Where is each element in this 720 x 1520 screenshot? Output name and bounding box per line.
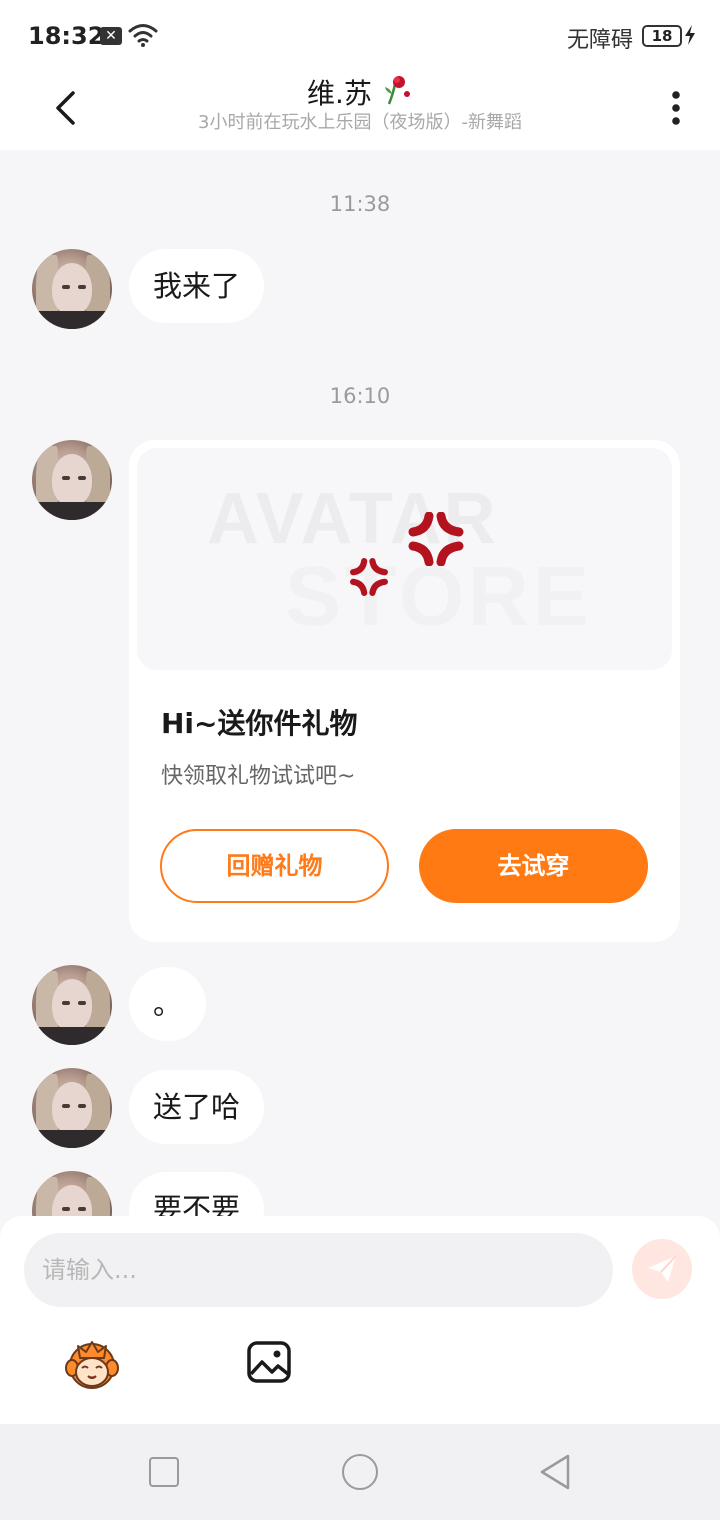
emoji-button[interactable]	[60, 1336, 124, 1392]
return-gift-button[interactable]: 回赠礼物	[160, 829, 389, 903]
timestamp: 11:38	[329, 192, 391, 216]
emoji-mascot-icon	[65, 1341, 119, 1389]
chat-header: 维.苏 3小时前在玩水上乐园（夜场版）-新舞蹈	[0, 72, 720, 150]
avatar[interactable]	[32, 249, 112, 329]
gift-card[interactable]: AVATAR STORE Hi~送你件礼物 快领取礼物试试吧~ 回赠礼物 去试穿	[129, 440, 680, 942]
avatar[interactable]	[32, 1068, 112, 1148]
status-bar: 18:32 ✕ 无障碍 18	[0, 0, 720, 72]
more-button[interactable]	[656, 80, 696, 136]
home-icon[interactable]	[342, 1454, 378, 1490]
avatar[interactable]	[32, 965, 112, 1045]
image-icon	[247, 1341, 291, 1383]
anger-symbol-icon	[349, 558, 389, 600]
system-nav-bar	[0, 1424, 720, 1520]
title-row: 维.苏	[0, 72, 720, 112]
rose-icon	[383, 74, 413, 110]
gift-title: Hi~送你件礼物	[161, 707, 358, 740]
gift-banner-image: AVATAR STORE	[137, 448, 672, 670]
status-time: 18:32	[28, 22, 105, 50]
timestamp: 16:10	[329, 384, 391, 408]
message-bubble[interactable]: 送了哈	[129, 1070, 265, 1144]
send-button[interactable]	[632, 1239, 692, 1299]
battery-icon: 18	[642, 25, 682, 47]
avatar[interactable]	[32, 440, 112, 520]
recent-apps-icon[interactable]	[149, 1457, 179, 1487]
back-icon[interactable]	[538, 1452, 572, 1496]
wifi-icon	[128, 22, 158, 52]
message-bubble[interactable]: 。	[129, 967, 207, 1041]
avatar[interactable]	[32, 1171, 112, 1216]
message-bubble[interactable]: 我来了	[129, 249, 265, 323]
message-input[interactable]	[24, 1233, 613, 1307]
chat-area[interactable]: 11:38 我来了 16:10 AVATAR STORE Hi~送你件礼物 快领…	[0, 150, 720, 1216]
try-on-button[interactable]: 去试穿	[419, 829, 648, 903]
message-bubble[interactable]: 要不要	[129, 1172, 265, 1216]
input-panel	[0, 1216, 720, 1424]
more-vertical-icon	[672, 91, 680, 125]
gift-subtitle: 快领取礼物试试吧~	[161, 764, 356, 789]
send-icon	[648, 1255, 677, 1282]
anger-symbol-icon	[407, 511, 465, 570]
image-button[interactable]	[246, 1340, 294, 1386]
contact-status: 3小时前在玩水上乐园（夜场版）-新舞蹈	[198, 112, 522, 133]
contact-name: 维.苏	[307, 77, 372, 110]
accessibility-label: 无障碍	[567, 28, 634, 53]
close-notification-icon: ✕	[100, 27, 122, 45]
charging-icon	[684, 24, 696, 51]
